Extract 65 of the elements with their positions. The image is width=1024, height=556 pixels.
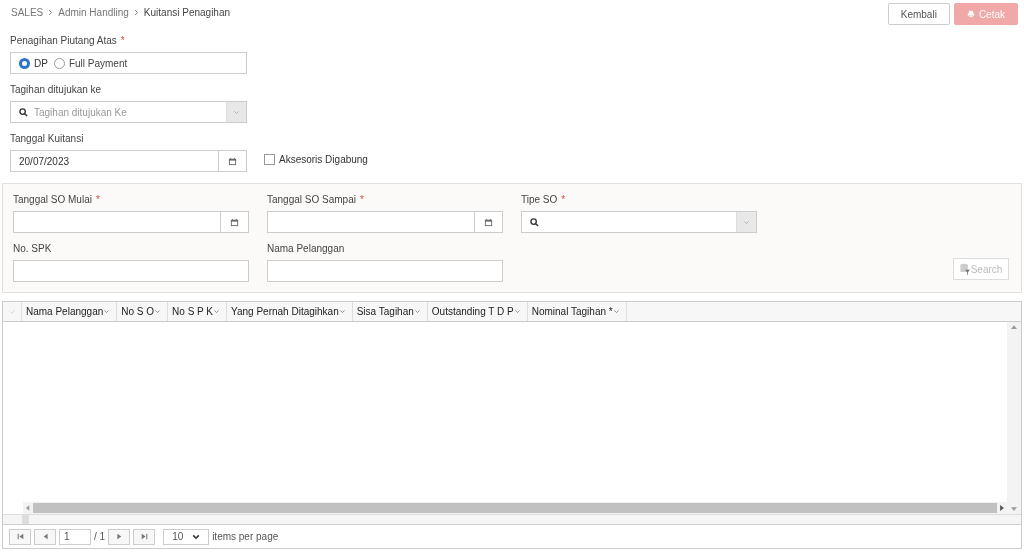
field-label: Tanggal Kuitansi <box>10 131 84 146</box>
chevron-down-icon <box>192 532 201 541</box>
page-size-label: items per page <box>212 530 279 544</box>
printer-icon <box>966 10 975 18</box>
vertical-scrollbar[interactable] <box>1007 322 1021 514</box>
chevron-down-icon[interactable] <box>338 308 346 315</box>
field-label: Tanggal SO Mulai <box>13 192 92 207</box>
checkbox[interactable]: Aksesoris Digabung <box>264 152 368 167</box>
radio-option[interactable]: DP <box>19 55 48 71</box>
column-header[interactable]: Yang Pernah Ditagihkan <box>227 302 353 321</box>
field-label: No. SPK <box>13 241 52 256</box>
database-filter-icon <box>959 263 970 275</box>
chevron-down-icon[interactable] <box>154 308 162 315</box>
right-arrow-icon[interactable] <box>1000 505 1004 511</box>
required-mark: * <box>561 192 566 207</box>
horizontal-scrollbar[interactable] <box>23 502 1007 514</box>
field-label: Penagihan Piutang Atas <box>10 33 117 48</box>
date-field[interactable] <box>13 211 249 233</box>
previous-page-button[interactable] <box>34 528 56 545</box>
chevron-down-icon[interactable] <box>513 308 521 315</box>
page-size-select[interactable]: 10 <box>163 528 210 545</box>
required-mark: * <box>120 33 125 48</box>
breadcrumb-item: Kuitansi Penagihan <box>143 6 231 20</box>
column-header[interactable]: Nama Pelanggan <box>22 302 118 321</box>
chevron-down-icon[interactable] <box>612 308 620 315</box>
page-count: / 1 <box>94 530 106 544</box>
field-label: Tagihan ditujukan ke <box>10 82 102 97</box>
first-page-button[interactable] <box>9 528 31 545</box>
required-mark: * <box>95 192 100 207</box>
column-header[interactable]: No S O <box>117 302 169 321</box>
radio-option[interactable]: Full Payment <box>53 55 128 71</box>
date-field[interactable] <box>267 211 503 233</box>
last-page-button[interactable] <box>133 528 156 545</box>
chevron-right-icon <box>132 9 140 16</box>
first-page-icon <box>16 533 24 540</box>
required-mark: * <box>359 192 364 207</box>
column-header[interactable]: Sisa Tagihan <box>352 302 428 321</box>
next-page-icon <box>115 533 123 540</box>
column-header[interactable]: Outstanding T D P <box>427 302 528 321</box>
field-label: Nama Pelanggan <box>267 241 345 256</box>
field-label: Tipe SO <box>521 192 558 207</box>
down-arrow-icon[interactable] <box>1011 507 1017 511</box>
chevron-down-icon[interactable] <box>413 308 421 315</box>
chevron-down-icon[interactable] <box>103 308 111 315</box>
chevron-right-icon <box>47 9 55 16</box>
text-field[interactable] <box>267 260 503 282</box>
field-label: Tanggal SO Sampai <box>267 192 356 207</box>
search-icon <box>530 217 539 227</box>
date-field[interactable]: 20/07/2023 <box>10 150 247 172</box>
column-header[interactable]: Nominal Tagihan * <box>527 302 627 321</box>
chevron-down-icon[interactable] <box>213 308 221 315</box>
page-field[interactable]: 1 <box>59 528 91 545</box>
breadcrumb-item[interactable]: SALES <box>11 5 44 20</box>
left-arrow-icon[interactable] <box>26 505 30 511</box>
search-icon <box>19 107 28 117</box>
last-page-icon <box>140 533 148 540</box>
up-arrow-icon[interactable] <box>1011 325 1017 329</box>
back-button[interactable]: Kembali <box>887 3 950 25</box>
previous-page-icon <box>41 533 49 540</box>
breadcrumb-item[interactable]: Admin Handling <box>58 5 129 20</box>
text-field[interactable] <box>13 260 249 282</box>
next-page-button[interactable] <box>108 528 131 545</box>
radio-button[interactable] <box>19 57 30 69</box>
select-field[interactable] <box>521 211 757 233</box>
column-header[interactable]: No S P K <box>168 302 228 321</box>
